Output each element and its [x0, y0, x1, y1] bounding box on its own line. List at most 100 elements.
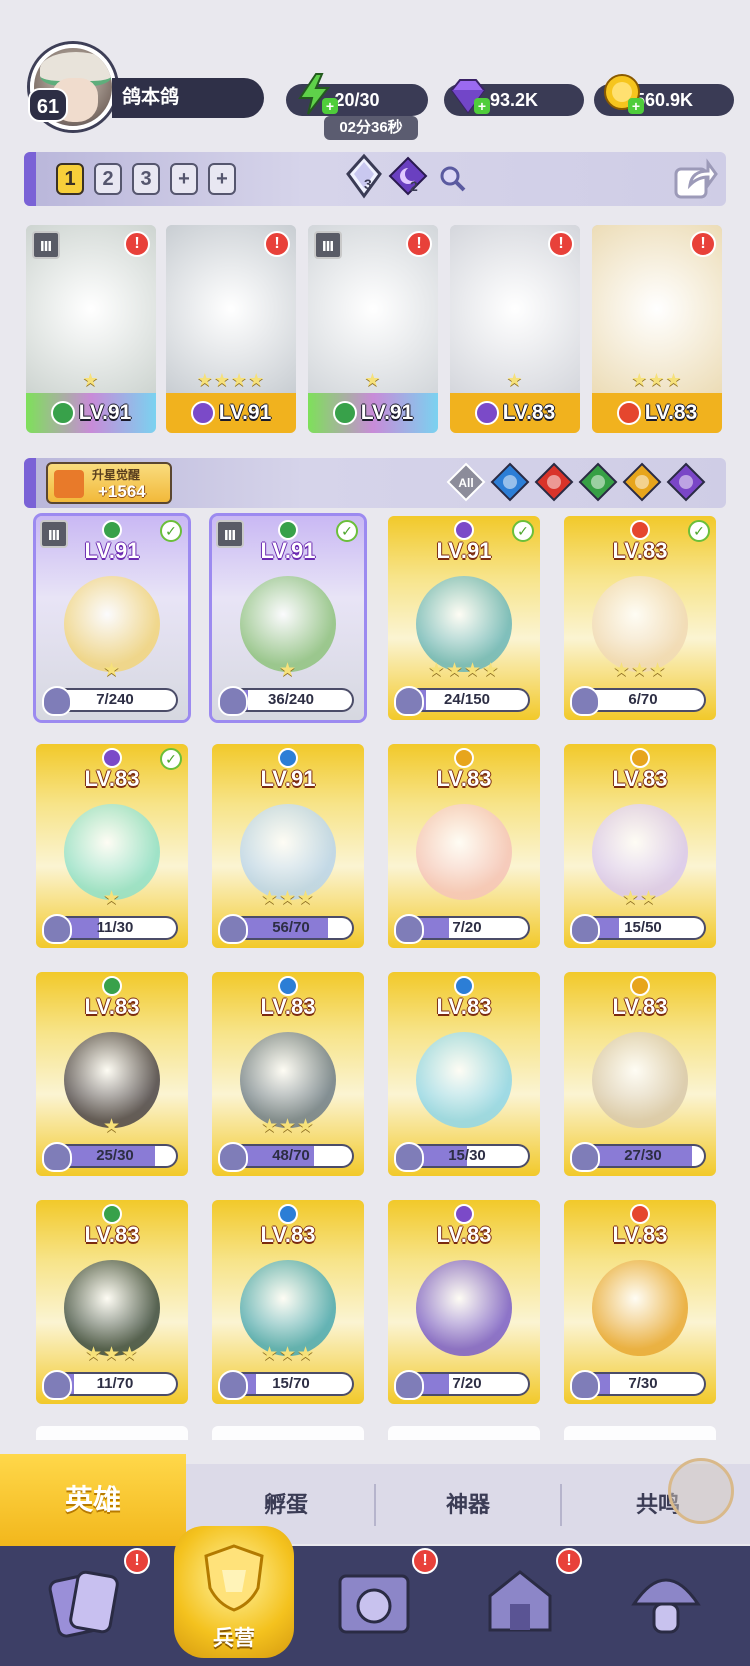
team-hero-level: LV.83 [644, 401, 698, 424]
element-icon [278, 520, 298, 540]
team-hero-alert-badge: ! [264, 231, 290, 257]
map-alert-badge: ! [412, 1548, 438, 1574]
hero-level: LV.83 [436, 1222, 492, 1247]
upstar-awaken-button[interactable]: 升星觉醒 +1564 [46, 462, 172, 504]
hero-card[interactable]: LV.91 ✓ Ⅲ ★ 7/240 [36, 516, 188, 720]
team-hero-card[interactable]: LV.91 ★! Ⅲ [308, 225, 438, 433]
team-slot-3[interactable]: 3 [132, 163, 160, 195]
team-hero-card[interactable]: LV.91 ★! Ⅲ [26, 225, 156, 433]
shard-progress-bar: 15/50 [582, 918, 704, 938]
floating-menu-button[interactable] [668, 1458, 734, 1524]
filter-moon-icon[interactable] [666, 462, 706, 502]
hero-portrait [592, 1260, 688, 1356]
next-card-peek [36, 1426, 188, 1440]
moon-badge-icon[interactable] [388, 156, 428, 196]
hero-portrait [416, 804, 512, 900]
cards-icon[interactable] [44, 1560, 128, 1644]
hero-card[interactable]: LV.83 15/30 [388, 972, 540, 1176]
team-slot-add-5[interactable]: + [208, 163, 236, 195]
gold-plus-icon[interactable]: + [628, 98, 644, 114]
element-icon [190, 401, 215, 426]
team-slot-add-4[interactable]: + [170, 163, 198, 195]
hero-card[interactable]: LV.91 ★★★ 56/70 [212, 744, 364, 948]
shard-icon [570, 686, 600, 716]
tab-hatch[interactable]: 孵蛋 [196, 1480, 376, 1530]
temple-icon[interactable] [478, 1560, 562, 1644]
hero-card[interactable]: LV.83 ★★★ 48/70 [212, 972, 364, 1176]
map-icon[interactable] [332, 1560, 416, 1644]
element-icon [630, 1204, 650, 1224]
next-card-peek [564, 1426, 716, 1440]
hero-portrait [240, 1032, 336, 1128]
shard-progress-text: 15/70 [272, 1375, 310, 1392]
hero-card[interactable]: LV.91 ✓ ★★★★ 24/150 [388, 516, 540, 720]
team-hero-footer: LV.83 [450, 393, 580, 433]
hero-card[interactable]: LV.83 ★ 25/30 [36, 972, 188, 1176]
shard-progress-text: 7/240 [96, 691, 134, 708]
filter-light-icon[interactable] [622, 462, 662, 502]
hero-card[interactable]: LV.83 27/30 [564, 972, 716, 1176]
hero-card[interactable]: LV.83 ★★★ 11/70 [36, 1200, 188, 1404]
team-hero-stars: ★★★★ [196, 370, 266, 390]
team-slot-1[interactable]: 1 [56, 163, 84, 195]
shard-progress-text: 15/30 [448, 1147, 486, 1164]
filter-all-icon[interactable]: All [446, 462, 486, 502]
hero-card[interactable]: LV.83 7/20 [388, 744, 540, 948]
tab-artifact[interactable]: 神器 [378, 1480, 558, 1530]
element-icon [474, 401, 499, 426]
gems-plus-icon[interactable]: + [474, 98, 490, 114]
check-icon: ✓ [336, 520, 358, 542]
hero-card[interactable]: LV.83 ★★ 15/50 [564, 744, 716, 948]
element-icon [454, 520, 474, 540]
hero-stars: ★★★ [84, 1344, 140, 1365]
team-slot-2[interactable]: 2 [94, 163, 122, 195]
shard-progress-text: 48/70 [272, 1147, 310, 1164]
tab-hero[interactable]: 英雄 [0, 1454, 186, 1546]
player-level-badge: 61 [28, 88, 68, 122]
tier-badge: Ⅲ [314, 231, 342, 259]
shard-progress-bar: 27/30 [582, 1146, 704, 1166]
filter-nature-icon[interactable] [578, 462, 618, 502]
hero-card[interactable]: LV.83 ★★★ 15/70 [212, 1200, 364, 1404]
team-hero-alert-badge: ! [124, 231, 150, 257]
filter-fire-icon[interactable] [534, 462, 574, 502]
hero-card[interactable]: LV.83 7/20 [388, 1200, 540, 1404]
check-icon: ✓ [160, 748, 182, 770]
shard-progress-bar: 6/70 [582, 690, 704, 710]
shard-progress-text: 7/30 [628, 1375, 658, 1392]
hero-portrait [592, 1032, 688, 1128]
hero-level: LV.83 [260, 1222, 316, 1247]
shard-progress-text: 27/30 [624, 1147, 662, 1164]
share-icon[interactable] [672, 157, 718, 201]
team-hero-card[interactable]: LV.83 ★★★! [592, 225, 722, 433]
hero-card[interactable]: LV.83 7/30 [564, 1200, 716, 1404]
shard-icon [394, 1142, 424, 1172]
element-icon [332, 401, 357, 426]
hero-card[interactable]: LV.83 ✓ ★ 11/30 [36, 744, 188, 948]
team-hero-footer: LV.91 [26, 393, 156, 433]
shard-progress-bar: 7/20 [406, 918, 528, 938]
shard-progress-bar: 15/70 [230, 1374, 352, 1394]
hero-portrait [64, 1032, 160, 1128]
filter-water-icon[interactable] [490, 462, 530, 502]
moon-count: 2 [410, 178, 418, 194]
team-hero-alert-badge: ! [548, 231, 574, 257]
shard-progress-text: 7/20 [452, 919, 482, 936]
tier-badge: Ⅲ [216, 520, 244, 548]
hero-portrait [416, 1032, 512, 1128]
shard-progress-bar: 11/30 [54, 918, 176, 938]
team-hero-card[interactable]: LV.83 ★! [450, 225, 580, 433]
hero-card[interactable]: LV.83 ✓ ★★★ 6/70 [564, 516, 716, 720]
shard-icon [394, 914, 424, 944]
hero-stars: ★★★★ [427, 660, 501, 681]
hero-card[interactable]: LV.91 ✓ Ⅲ ★ 36/240 [212, 516, 364, 720]
search-icon[interactable] [438, 164, 468, 194]
hero-stars: ★ [102, 888, 122, 909]
mushroom-icon[interactable] [624, 1560, 708, 1644]
shard-progress-text: 24/150 [444, 691, 490, 708]
energy-plus-icon[interactable]: + [322, 98, 338, 114]
shard-progress-text: 6/70 [628, 691, 658, 708]
shard-icon [42, 686, 72, 716]
team-hero-stars: ★ [506, 370, 524, 390]
team-hero-card[interactable]: LV.91 ★★★★! [166, 225, 296, 433]
